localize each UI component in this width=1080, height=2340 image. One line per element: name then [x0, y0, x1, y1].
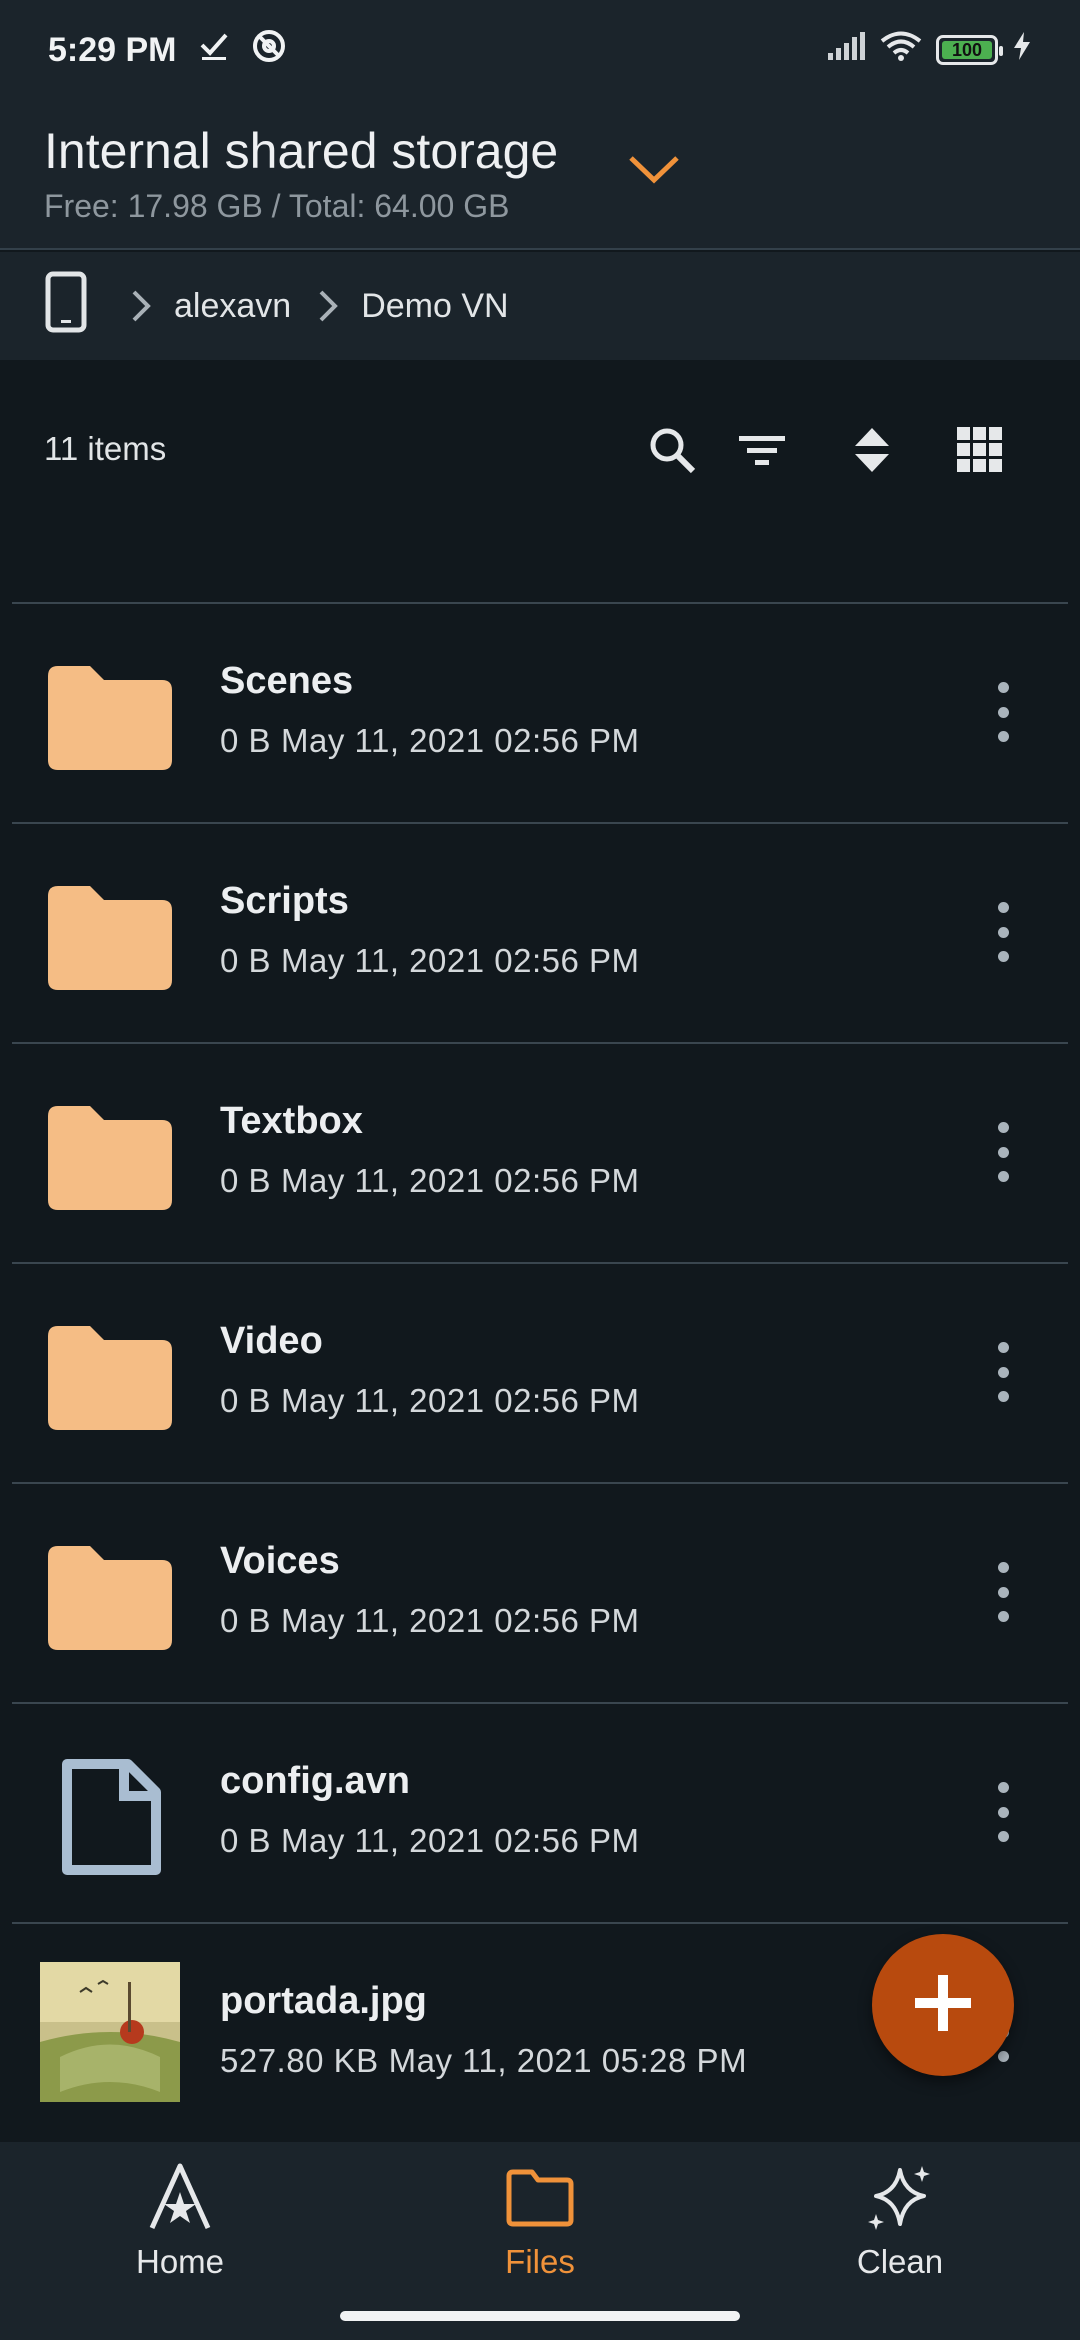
file-date: May 11, 2021 02:56 PM	[281, 942, 640, 979]
grid-view-icon[interactable]	[950, 420, 1010, 480]
home-a-icon	[144, 2163, 216, 2236]
file-size: 527.80 KB	[220, 2042, 379, 2079]
list-item-textbox[interactable]: Textbox 0 B May 11, 2021 02:56 PM	[0, 1044, 1080, 1262]
file-date: May 11, 2021 02:56 PM	[281, 1602, 640, 1639]
file-size: 0 B	[220, 1382, 272, 1419]
file-name: portada.jpg	[220, 1980, 427, 2022]
more-options-icon[interactable]	[980, 1122, 1026, 1182]
status-time: 5:29 PM	[48, 30, 177, 69]
file-name: Voices	[220, 1540, 340, 1582]
list-toolbar: 11 items	[0, 360, 1080, 540]
charging-bolt-icon	[1012, 31, 1032, 70]
add-button[interactable]	[872, 1934, 1014, 2076]
status-bar: 5:29 PM 100	[0, 0, 1080, 100]
file-name: Textbox	[220, 1100, 363, 1142]
list-item-scripts[interactable]: Scripts 0 B May 11, 2021 02:56 PM	[0, 824, 1080, 1042]
file-size: 0 B	[220, 1162, 272, 1199]
file-size: 0 B	[220, 942, 272, 979]
folder-icon	[48, 1104, 172, 1210]
file-meta: 0 B May 11, 2021 02:56 PM	[220, 1822, 649, 1860]
file-name: Video	[220, 1320, 323, 1362]
list-item-scenes[interactable]: Scenes 0 B May 11, 2021 02:56 PM	[0, 604, 1080, 822]
nav-item-clean[interactable]: Clean	[790, 2162, 1010, 2281]
file-meta: 0 B May 11, 2021 02:56 PM	[220, 1602, 649, 1640]
list-item-video[interactable]: Video 0 B May 11, 2021 02:56 PM	[0, 1264, 1080, 1482]
file-meta: 0 B May 11, 2021 02:56 PM	[220, 722, 649, 760]
file-name: config.avn	[220, 1760, 411, 1802]
chevron-right-icon	[130, 289, 152, 323]
nav-label-home: Home	[135, 2243, 225, 2280]
breadcrumb: alexavn Demo VN	[0, 252, 1080, 360]
folder-icon	[504, 2169, 576, 2236]
file-date: May 11, 2021 05:28 PM	[388, 2042, 748, 2079]
file-meta: 527.80 KB May 11, 2021 05:28 PM	[220, 2042, 757, 2080]
gesture-bar[interactable]	[340, 2311, 740, 2321]
search-icon[interactable]	[642, 420, 702, 480]
file-size: 0 B	[220, 722, 272, 759]
at-sign-icon	[251, 28, 287, 73]
phone-icon[interactable]	[44, 271, 88, 342]
folder-icon	[48, 1544, 172, 1650]
checkmark-icon	[199, 31, 229, 70]
more-options-icon[interactable]	[980, 1342, 1026, 1402]
sparkle-icon	[864, 2166, 936, 2236]
folder-icon	[48, 664, 172, 770]
breadcrumb-item-demo-vn[interactable]: Demo VN	[361, 287, 508, 326]
storage-info: Free: 17.98 GB / Total: 64.00 GB	[44, 188, 510, 224]
file-name: Scripts	[220, 880, 349, 922]
breadcrumb-item-alexavn[interactable]: alexavn	[174, 287, 291, 326]
file-date: May 11, 2021 02:56 PM	[281, 722, 640, 759]
document-icon	[48, 1759, 172, 1875]
file-date: May 11, 2021 02:56 PM	[281, 1382, 640, 1419]
folder-icon	[48, 1324, 172, 1430]
file-meta: 0 B May 11, 2021 02:56 PM	[220, 942, 649, 980]
file-date: May 11, 2021 02:56 PM	[281, 1162, 640, 1199]
nav-item-files[interactable]: Files	[430, 2162, 650, 2281]
more-options-icon[interactable]	[980, 1562, 1026, 1622]
more-options-icon[interactable]	[980, 682, 1026, 742]
file-date: May 11, 2021 02:56 PM	[281, 1822, 640, 1859]
more-options-icon[interactable]	[980, 1782, 1026, 1842]
plus-icon	[913, 1973, 973, 2038]
image-thumbnail	[40, 1962, 180, 2102]
filter-icon[interactable]	[732, 420, 792, 480]
more-options-icon[interactable]	[980, 902, 1026, 962]
file-meta: 0 B May 11, 2021 02:56 PM	[220, 1162, 649, 1200]
file-size: 0 B	[220, 1822, 272, 1859]
storage-header[interactable]: Internal shared storage Free: 17.98 GB /…	[0, 100, 1080, 250]
file-name: Scenes	[220, 660, 354, 702]
wifi-icon	[880, 30, 922, 71]
nav-item-home[interactable]: Home	[70, 2162, 290, 2281]
signal-icon	[826, 31, 866, 70]
item-count: 11 items	[44, 430, 167, 467]
file-meta: 0 B May 11, 2021 02:56 PM	[220, 1382, 649, 1420]
nav-label-clean: Clean	[856, 2243, 944, 2280]
chevron-down-icon[interactable]	[626, 150, 682, 191]
chevron-right-icon	[317, 289, 339, 323]
battery-icon: 100	[936, 35, 1003, 65]
list-item-config-avn[interactable]: config.avn 0 B May 11, 2021 02:56 PM	[0, 1704, 1080, 1922]
battery-level: 100	[942, 41, 992, 59]
file-size: 0 B	[220, 1602, 272, 1639]
folder-icon	[48, 884, 172, 990]
page-title: Internal shared storage	[44, 123, 559, 179]
list-item-voices[interactable]: Voices 0 B May 11, 2021 02:56 PM	[0, 1484, 1080, 1702]
nav-label-files: Files	[505, 2243, 575, 2280]
sort-icon[interactable]	[842, 420, 902, 480]
